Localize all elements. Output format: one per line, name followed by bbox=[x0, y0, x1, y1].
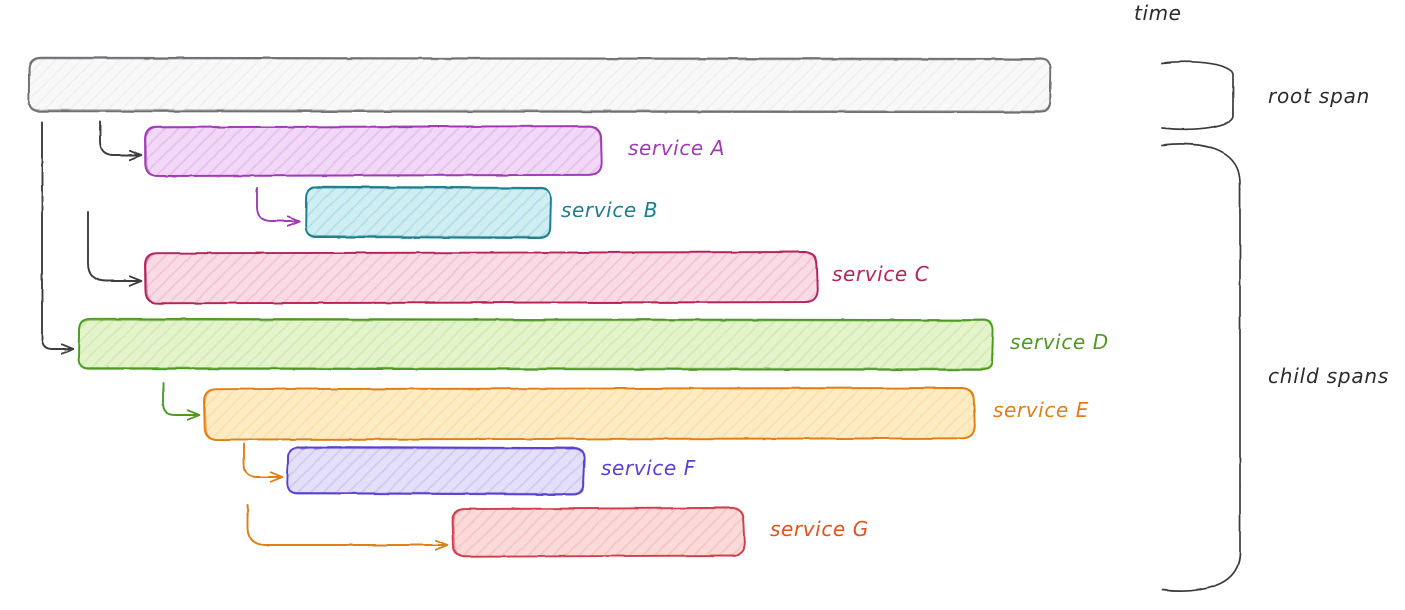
root-span-bar[interactable] bbox=[27, 56, 1052, 114]
connector-root-to-d bbox=[41, 121, 72, 349]
span-label-service-f: service F bbox=[601, 456, 696, 480]
span-bar-service-b[interactable] bbox=[304, 185, 552, 239]
span-bar-service-d[interactable] bbox=[77, 317, 995, 371]
connector-root-to-a bbox=[99, 121, 140, 155]
span-label-service-d: service D bbox=[1010, 330, 1109, 354]
time-axis-label: time bbox=[1134, 1, 1182, 25]
root-span-bracket bbox=[1161, 60, 1234, 131]
annotation-brackets bbox=[1161, 60, 1241, 592]
child-spans-bracket-label: child spans bbox=[1268, 364, 1390, 388]
span-label-service-c: service C bbox=[832, 262, 930, 286]
span-label-service-g: service G bbox=[770, 517, 869, 541]
span-label-service-e: service E bbox=[993, 398, 1090, 422]
connector-root-to-c bbox=[87, 211, 140, 281]
span-bar-service-c[interactable] bbox=[144, 251, 819, 305]
connector-d-to-e bbox=[162, 382, 198, 415]
root-span-group bbox=[27, 56, 1052, 114]
span-label-service-a: service A bbox=[628, 136, 726, 160]
root-span-bracket-label: root span bbox=[1268, 84, 1371, 108]
span-bar-service-a[interactable] bbox=[144, 125, 603, 178]
span-bar-service-g[interactable] bbox=[451, 506, 746, 558]
span-label-service-b: service B bbox=[561, 198, 659, 222]
connector-e-to-f bbox=[243, 443, 281, 477]
connector-a-to-b bbox=[256, 187, 298, 221]
connector-e-to-g bbox=[247, 504, 446, 545]
child-spans-bracket bbox=[1161, 143, 1241, 592]
span-bar-service-e[interactable] bbox=[203, 386, 976, 441]
child-spans-group bbox=[77, 125, 995, 558]
trace-diagram-canvas: service A service B service C service D serv… bbox=[0, 0, 1405, 610]
span-timeline-svg bbox=[15, 0, 1241, 592]
span-bar-service-f[interactable] bbox=[286, 445, 586, 496]
